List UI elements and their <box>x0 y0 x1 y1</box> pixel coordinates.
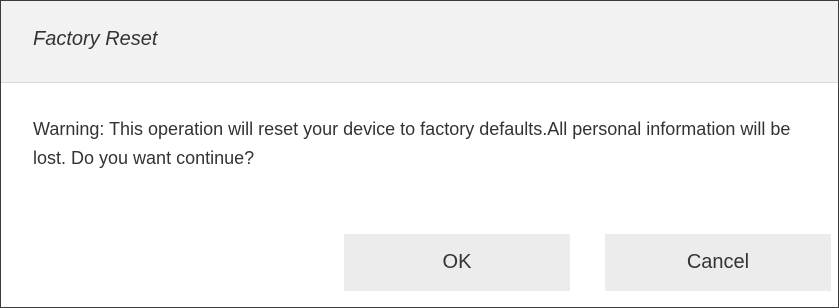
dialog-title: Factory Reset <box>33 28 158 50</box>
dialog-header: Factory Reset <box>1 1 838 83</box>
factory-reset-dialog: Factory Reset Warning: This operation wi… <box>0 0 839 308</box>
cancel-button[interactable]: Cancel <box>605 234 831 291</box>
dialog-message: Warning: This operation will reset your … <box>33 119 791 168</box>
ok-button[interactable]: OK <box>344 234 570 291</box>
